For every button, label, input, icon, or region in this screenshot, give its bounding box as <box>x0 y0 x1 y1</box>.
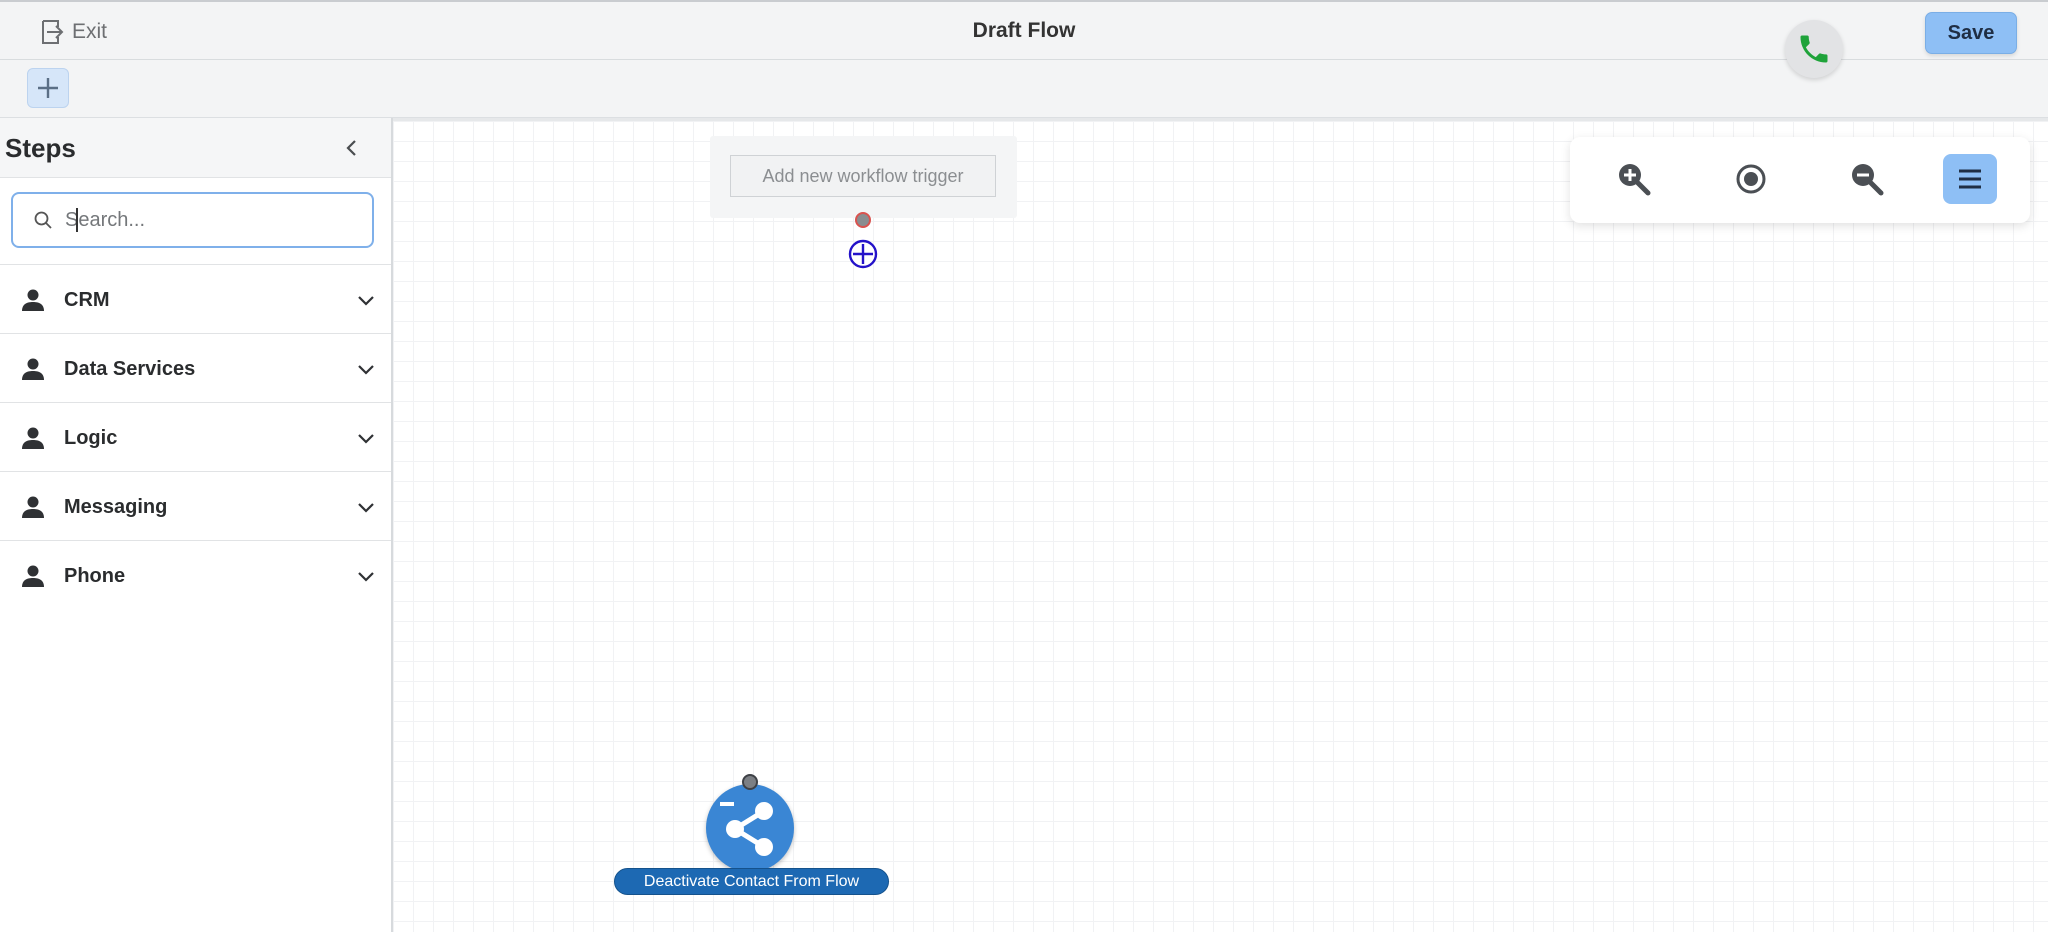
zoom-in-button[interactable] <box>1607 154 1661 204</box>
exit-button[interactable]: Exit <box>38 17 107 47</box>
zoom-in-icon <box>1619 164 1651 196</box>
zoom-out-icon <box>1852 164 1884 196</box>
search-input[interactable] <box>65 208 355 232</box>
share-icon <box>720 802 773 856</box>
person-icon <box>22 565 44 587</box>
add-node-icon[interactable] <box>848 239 878 269</box>
save-button[interactable]: Save <box>1925 12 2017 54</box>
phone-icon <box>1800 35 1828 63</box>
node-circle <box>706 784 794 872</box>
chevron-down-icon <box>358 572 374 582</box>
page-title: Draft Flow <box>972 19 1076 42</box>
flow-canvas[interactable]: Add new workflow trigger Deactivate Cont… <box>393 118 2048 932</box>
text-caret <box>76 208 78 232</box>
secondary-toolbar <box>0 60 2048 118</box>
phone-button[interactable] <box>1785 20 1843 78</box>
collapse-sidebar-button[interactable] <box>336 132 368 164</box>
category-label: Data Services <box>64 358 196 380</box>
add-trigger-button[interactable]: Add new workflow trigger <box>730 155 996 197</box>
chevron-down-icon <box>358 503 374 513</box>
connection-handle[interactable] <box>855 212 871 228</box>
category-crm[interactable]: CRM <box>0 264 391 333</box>
category-messaging[interactable]: Messaging <box>0 471 391 540</box>
chevron-left-icon <box>346 140 356 156</box>
node-input-handle[interactable] <box>742 774 758 790</box>
sidebar-header: Steps <box>0 118 391 178</box>
category-label: Logic <box>64 427 118 449</box>
exit-label: Exit <box>72 20 108 43</box>
category-label: Messaging <box>64 496 168 518</box>
menu-button[interactable] <box>1943 154 1997 204</box>
zoom-controls <box>1570 137 2030 223</box>
category-label: Phone <box>64 565 126 587</box>
category-logic[interactable]: Logic <box>0 402 391 471</box>
zoom-out-button[interactable] <box>1840 154 1894 204</box>
person-icon <box>22 358 44 380</box>
steps-sidebar: Steps CRM Data Services <box>0 118 393 932</box>
person-icon <box>22 289 44 311</box>
search-icon <box>34 211 52 229</box>
center-view-button[interactable] <box>1724 154 1778 204</box>
plus-icon <box>38 78 58 98</box>
add-step-button[interactable] <box>27 68 69 108</box>
trigger-card: Add new workflow trigger <box>710 136 1017 218</box>
node-label[interactable]: Deactivate Contact From Flow <box>614 868 889 895</box>
hamburger-menu-icon <box>1959 169 1981 189</box>
person-icon <box>22 496 44 518</box>
target-icon <box>1736 164 1766 194</box>
category-data-services[interactable]: Data Services <box>0 333 391 402</box>
sidebar-title: Steps <box>5 133 76 163</box>
top-bar: Exit Draft Flow Save <box>0 0 2048 60</box>
chevron-down-icon <box>358 296 374 306</box>
flow-node-deactivate-contact[interactable] <box>706 774 796 872</box>
chevron-down-icon <box>358 434 374 444</box>
person-icon <box>22 427 44 449</box>
chevron-down-icon <box>358 365 374 375</box>
category-label: CRM <box>64 289 110 311</box>
category-phone[interactable]: Phone <box>0 540 391 609</box>
search-box <box>11 192 374 248</box>
exit-icon <box>42 20 64 44</box>
